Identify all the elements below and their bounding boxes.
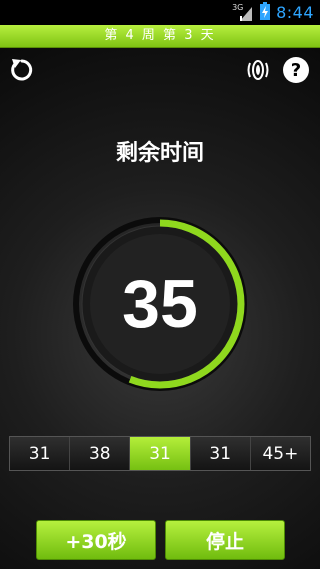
battery-icon (260, 1, 271, 24)
interval-option[interactable]: 31 (130, 437, 191, 470)
refresh-button[interactable] (6, 56, 38, 88)
interval-option[interactable]: 45+ (250, 437, 311, 470)
add-30-seconds-button[interactable]: +30秒 (36, 520, 156, 560)
svg-text:?: ? (291, 60, 301, 81)
signal-icon: 3G (232, 2, 254, 22)
vibrate-button[interactable] (242, 56, 274, 88)
interval-option[interactable]: 38 (70, 437, 131, 470)
interval-option[interactable]: 31 (190, 437, 251, 470)
vibrate-icon (244, 56, 272, 88)
page-title: 第 4 周 第 3 天 (0, 25, 320, 48)
network-type-label: 3G (232, 2, 244, 12)
interval-selector: 31 38 31 31 45+ (9, 436, 311, 471)
status-time: 8:44 (276, 3, 314, 22)
remaining-time-label: 剩余时间 (115, 141, 204, 166)
help-icon: ? (282, 56, 310, 88)
status-bar: 3G 8:44 (0, 0, 320, 25)
stop-button[interactable]: 停止 (165, 520, 285, 560)
help-button[interactable]: ? (280, 56, 312, 88)
refresh-icon (8, 56, 36, 88)
countdown-value: 35 (122, 266, 198, 342)
interval-option[interactable]: 31 (10, 437, 71, 470)
